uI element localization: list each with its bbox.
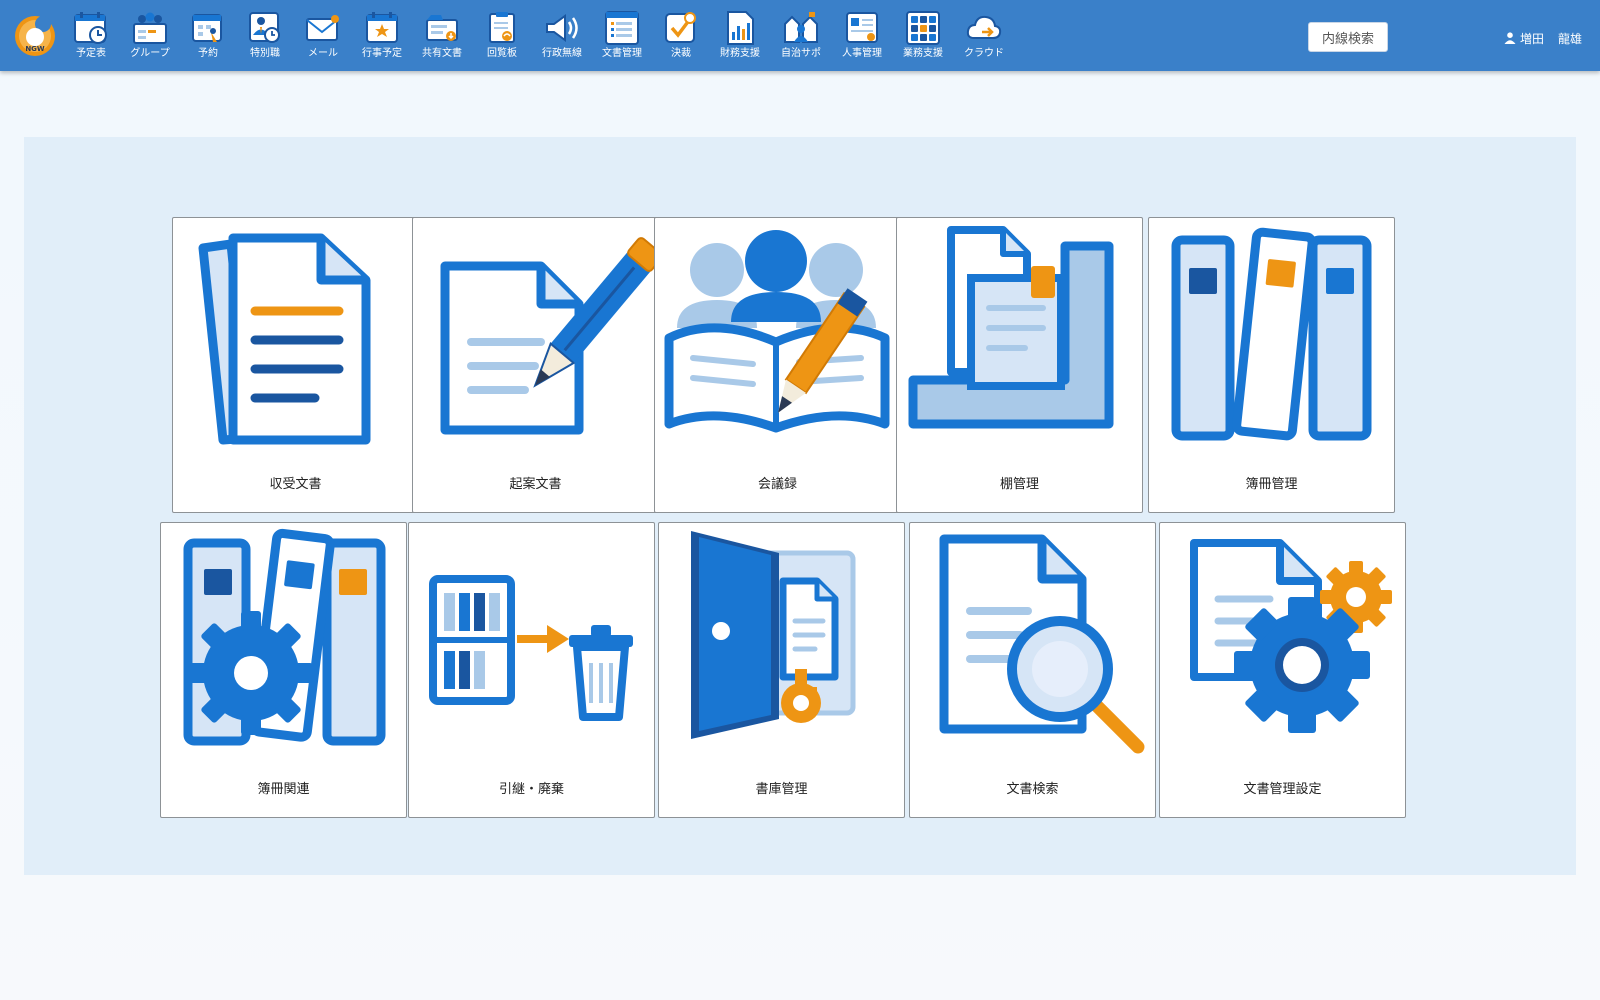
app-label: クラウド (964, 48, 1004, 59)
card-label: 収受文書 (269, 477, 322, 492)
meeting-minutes-icon (664, 230, 890, 433)
extension-search-button[interactable]: 内線検索 (1308, 22, 1388, 52)
approval-icon (665, 12, 696, 43)
app-label: 予定表 (76, 48, 106, 59)
menu-received-document[interactable]: 収受文書 (172, 217, 419, 513)
card-label: 棚管理 (999, 477, 1039, 492)
app-label: 決裁 (671, 48, 691, 59)
document-management-icon (605, 11, 639, 45)
app-label: 財務支援 (720, 48, 760, 59)
card-label: 書庫管理 (755, 782, 808, 797)
app-label: 予約 (198, 48, 218, 59)
circular-board-icon (489, 12, 515, 43)
app-label: 特別職 (250, 48, 280, 59)
svg-text:NGW: NGW (25, 45, 45, 53)
app-personnel[interactable]: 人事管理 (831, 0, 893, 71)
app-label: グループ (130, 48, 170, 59)
app-mail[interactable]: メール (292, 0, 354, 71)
menu-shelf-management[interactable]: 棚管理 (896, 217, 1143, 513)
app-label: メール (308, 48, 338, 59)
received-document-icon (198, 233, 371, 445)
menu-document-search[interactable]: 文書検索 (909, 522, 1156, 818)
document-settings-icon (1190, 539, 1392, 733)
menu-archive-management[interactable]: 書庫管理 (658, 522, 905, 818)
app-approval[interactable]: 決裁 (650, 0, 712, 71)
finance-chart-icon (727, 11, 754, 45)
card-label: 文書管理設定 (1243, 782, 1322, 797)
mail-icon (306, 15, 339, 41)
shared-docs-icon (426, 15, 458, 41)
app-schedule[interactable]: 予定表 (60, 0, 122, 71)
app-group[interactable]: グループ (119, 0, 181, 71)
app-label: 回覧板 (487, 48, 517, 59)
app-circular[interactable]: 回覧板 (471, 0, 533, 71)
user-first-name: 龍雄 (1558, 31, 1583, 46)
transfer-disposal-icon (429, 575, 633, 721)
menu-document-settings[interactable]: 文書管理設定 (1159, 522, 1406, 818)
user-menu[interactable]: 増田 龍雄 (1504, 30, 1582, 46)
ledger-related-icon (183, 528, 386, 746)
app-business[interactable]: 業務支援 (892, 0, 954, 71)
radio-speaker-icon (546, 14, 578, 42)
personnel-icon (846, 12, 878, 43)
card-label: 引継・廃棄 (498, 782, 564, 797)
calendar-clock-icon (74, 12, 107, 44)
app-shared-docs[interactable]: 共有文書 (411, 0, 473, 71)
app-document-management[interactable]: 文書管理 (591, 0, 653, 71)
card-label: 簿冊関連 (257, 782, 310, 797)
app-label: 業務支援 (903, 48, 943, 59)
card-label: 簿冊管理 (1245, 477, 1298, 492)
menu-ledger-management[interactable]: 簿冊管理 (1148, 217, 1395, 513)
menu-ledger-related[interactable]: 簿冊関連 (160, 522, 407, 818)
group-icon (133, 12, 167, 44)
logo-icon[interactable]: NGW (14, 15, 56, 57)
special-staff-icon (249, 12, 280, 43)
draft-document-icon (440, 237, 660, 435)
menu-transfer-disposal[interactable]: 引継・廃棄 (408, 522, 655, 818)
app-finance[interactable]: 財務支援 (709, 0, 771, 71)
app-cloud[interactable]: クラウド (953, 0, 1015, 71)
community-icon (784, 12, 818, 43)
user-last-name: 増田 (1520, 31, 1545, 46)
app-label: 文書管理 (602, 48, 642, 59)
main-panel: 収受文書 起案文書 会議録 棚管理 簿冊管理 簿冊関連 引継・廃棄 書庫管理 文… (24, 137, 1576, 875)
business-grid-icon (906, 11, 940, 45)
app-label: 共有文書 (422, 48, 462, 59)
ledger-management-icon (1171, 227, 1372, 441)
shelf-management-icon (908, 226, 1114, 429)
reservation-icon (192, 14, 222, 42)
app-label: 行政無線 (542, 48, 582, 59)
menu-draft-document[interactable]: 起案文書 (412, 217, 660, 513)
app-label: 人事管理 (842, 48, 882, 59)
app-radio[interactable]: 行政無線 (531, 0, 593, 71)
top-bar: NGW 予定表 グループ 予約 特別職 メール 行事予定 共有文書 回覧板 行政… (0, 0, 1600, 71)
app-label: 行事予定 (362, 48, 402, 59)
card-label: 文書検索 (1006, 782, 1059, 797)
menu-meeting-minutes[interactable]: 会議録 (654, 217, 901, 513)
cloud-icon (966, 15, 1002, 39)
app-label: 自治サポ (781, 48, 821, 59)
event-calendar-icon (366, 12, 398, 43)
archive-management-icon (691, 531, 856, 739)
app-community[interactable]: 自治サポ (770, 0, 832, 71)
document-search-icon (939, 534, 1145, 754)
app-events[interactable]: 行事予定 (351, 0, 413, 71)
user-icon (1504, 32, 1516, 44)
card-label: 起案文書 (509, 477, 562, 492)
card-label: 会議録 (757, 477, 797, 492)
app-special-staff[interactable]: 特別職 (234, 0, 296, 71)
app-reservation[interactable]: 予約 (177, 0, 239, 71)
